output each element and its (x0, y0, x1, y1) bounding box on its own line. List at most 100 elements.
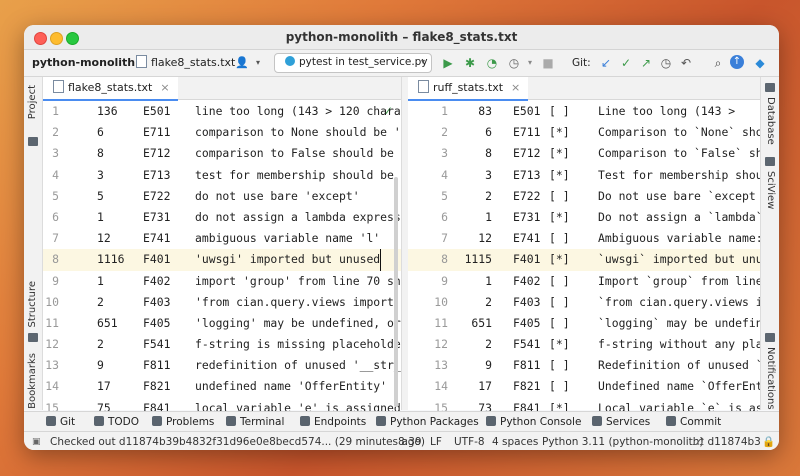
endpoints-tool-button[interactable]: Endpoints (300, 415, 366, 429)
violation-code: E712 (513, 146, 541, 161)
line-number: 3 (52, 146, 59, 161)
history-icon[interactable]: ◷ (658, 55, 674, 71)
violation-count: 8 (485, 146, 492, 161)
code-line: 14 17 F821[ ] Undefined name `OfferEnt (408, 376, 760, 397)
violation-count: 2 (485, 294, 492, 309)
rollback-icon[interactable]: ↶ (678, 55, 694, 71)
git-branch-widget[interactable]: ⎇ d11874b3 (692, 435, 761, 449)
close-tab-icon[interactable]: × (160, 81, 169, 94)
code-line: 6 1 E731 do not assign a lambda expression (43, 207, 401, 228)
violation-message: do not assign a lambda expression (195, 209, 401, 224)
tab-label: ruff_stats.txt (433, 81, 504, 94)
database-icon (765, 83, 775, 92)
coverage-icon[interactable]: ◔ (484, 55, 500, 71)
violation-count: 83 (478, 104, 492, 118)
caret-position[interactable]: 8:39 (398, 435, 422, 449)
violation-count: 5 (97, 188, 104, 203)
status-panel-icon[interactable]: ▣ (32, 435, 41, 449)
status-message[interactable]: Checked out d11874b39b4832f31d96e0e8becd… (50, 435, 425, 449)
violation-code: E711 (143, 125, 171, 140)
run-configuration-select[interactable]: pytest in test_service.py ▾ (274, 53, 432, 73)
git-branch-icon: ⎇ (692, 436, 705, 448)
violation-code: E722 (143, 188, 171, 203)
status-bar: ▣ Checked out d11874b39b4832f31d96e0e8be… (24, 431, 779, 450)
violation-code: F821 (143, 379, 171, 394)
indent-setting[interactable]: 4 spaces (492, 435, 538, 449)
file-encoding[interactable]: UTF-8 (454, 435, 485, 449)
terminal-tool-button[interactable]: Terminal (226, 415, 284, 429)
ai-assistant-icon[interactable]: ◆ (752, 55, 768, 71)
todo-tool-button[interactable]: TODO (94, 415, 139, 429)
commit-tool-button[interactable]: Commit (666, 415, 721, 429)
git-tool-button[interactable]: Git (46, 415, 75, 429)
violation-message: Do not assign a `lambda` (598, 209, 760, 224)
python-console-icon (486, 416, 496, 426)
window-title: python-monolith – flake8_stats.txt (285, 30, 518, 44)
editor-area: Project Structure Bookmarks flake8_stats… (24, 77, 779, 436)
python-console-tool-button[interactable]: Python Console (486, 415, 581, 429)
push-icon[interactable]: ↗ (638, 55, 654, 71)
violation-count: 3 (485, 167, 492, 182)
code-line: 3 8 E712 [*] Comparison to `False` sh (408, 143, 760, 164)
violation-count: 6 (97, 125, 104, 140)
line-number: 12 (45, 337, 59, 352)
user-icon[interactable]: 👤 (234, 55, 250, 71)
commit-check-icon[interactable]: ✓ (618, 55, 634, 71)
lock-icon[interactable]: 🔒 (762, 435, 775, 449)
structure-icon (28, 333, 38, 342)
debug-icon[interactable]: ✱ (462, 55, 478, 71)
violation-count: 1 (485, 273, 492, 288)
run-icon[interactable]: ▶ (440, 55, 456, 71)
fixable-marker: [ ] (549, 188, 570, 203)
tab-flake8-stats[interactable]: flake8_stats.txt × (43, 77, 178, 101)
sciview-tool-button[interactable]: SciView (765, 171, 776, 209)
update-project-icon[interactable]: ↙ (598, 55, 614, 71)
code-line: 11 651 F405[ ] `logging` may be undefin (408, 313, 760, 334)
line-number: 13 (45, 358, 59, 373)
bookmarks-tool-button[interactable]: Bookmarks (27, 353, 38, 409)
left-code-lines[interactable]: 1 136 E501 line too long (143 > 120 chara 2 6… (43, 101, 401, 440)
python-packages-tool-button[interactable]: Python Packages (376, 415, 479, 429)
chevron-down-icon: ▾ (527, 58, 532, 67)
left-scrollbar[interactable] (394, 177, 398, 407)
tab-ruff-stats[interactable]: ruff_stats.txt × (408, 77, 529, 101)
notifications-tool-button[interactable]: Notifications (765, 347, 776, 410)
violation-code: F541 (143, 337, 171, 352)
structure-tool-button[interactable]: Structure (27, 281, 38, 328)
services-tool-button[interactable]: Services (592, 415, 650, 429)
fixable-marker: [ ] (549, 379, 570, 394)
violation-code: F821 (513, 379, 541, 394)
close-tab-icon[interactable]: × (511, 81, 520, 94)
problems-tool-button[interactable]: Problems (152, 415, 214, 429)
python-interpreter[interactable]: Python 3.11 (python-monolith) (542, 435, 704, 449)
violation-count: 2 (97, 337, 104, 352)
line-number: 14 (45, 379, 59, 394)
violation-code: E712 (143, 146, 171, 161)
profile-icon[interactable]: ◷ (506, 55, 522, 71)
right-code-lines[interactable]: 1 83 E501[ ] Line too long (143 >2 6 E711 [*] C… (408, 101, 760, 440)
violation-code: E741 (143, 231, 171, 246)
violation-count: 17 (478, 379, 492, 394)
ide-update-icon[interactable]: ↑ (730, 55, 744, 69)
violation-code: E741 (513, 231, 541, 246)
project-name[interactable]: python-monolith (32, 55, 135, 71)
ide-window: python-monolith – flake8_stats.txt pytho… (24, 25, 779, 450)
violation-code: F405 (513, 315, 541, 330)
stop-icon[interactable]: ■ (540, 55, 556, 71)
fixable-marker: [*] (549, 209, 570, 224)
violation-message: Redefinition of unused ` (598, 358, 760, 373)
text-file-icon (53, 80, 64, 93)
run-config-label: pytest in test_service.py (299, 56, 428, 68)
violation-code: F401 (513, 252, 541, 267)
current-file-breadcrumb[interactable]: flake8_stats.txt (136, 55, 235, 71)
chevron-down-icon: ▾ (255, 58, 260, 67)
terminal-icon (226, 416, 236, 426)
line-separator[interactable]: LF (430, 435, 442, 449)
code-line: 9 1 F402[ ] Import `group` from line (408, 271, 760, 292)
code-line: 9 1 F402 import 'group' from line 70 shado (43, 271, 401, 292)
database-tool-button[interactable]: Database (765, 97, 776, 145)
violation-message: Comparison to `None` sho (598, 125, 760, 140)
search-icon[interactable]: ⌕ (710, 55, 726, 71)
project-tool-button[interactable]: Project (27, 85, 38, 119)
line-number: 11 (45, 315, 59, 330)
